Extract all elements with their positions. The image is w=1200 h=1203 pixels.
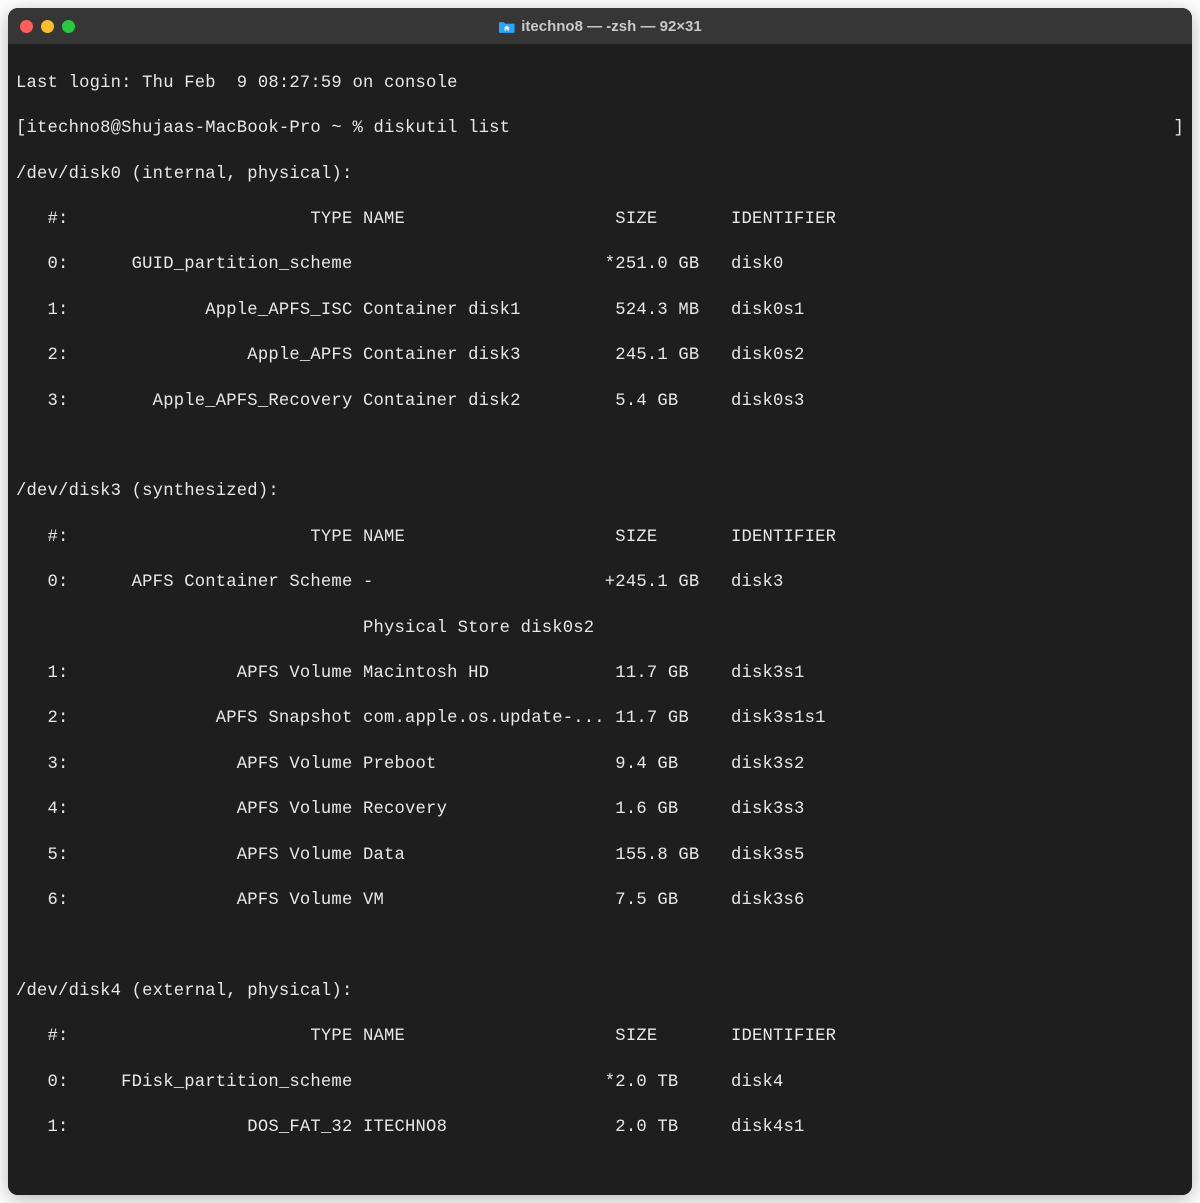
prompt-line: [itechno8@Shujaas-MacBook-Pro ~ % diskut… xyxy=(16,118,1184,141)
disk4-columns: #: TYPE NAME SIZE IDENTIFIER xyxy=(16,1026,1184,1049)
window-title-text: itechno8 — -zsh — 92×31 xyxy=(521,18,701,35)
table-row: 1: APFS Volume Macintosh HD 11.7 GB disk… xyxy=(16,663,1184,686)
last-login-line: Last login: Thu Feb 9 08:27:59 on consol… xyxy=(16,73,1184,96)
disk0-columns: #: TYPE NAME SIZE IDENTIFIER xyxy=(16,209,1184,232)
disk0-header: /dev/disk0 (internal, physical): xyxy=(16,164,1184,187)
table-row: 2: Apple_APFS Container disk3 245.1 GB d… xyxy=(16,345,1184,368)
disk3-header: /dev/disk3 (synthesized): xyxy=(16,481,1184,504)
disk3-columns: #: TYPE NAME SIZE IDENTIFIER xyxy=(16,527,1184,550)
close-icon[interactable] xyxy=(20,20,33,33)
traffic-lights xyxy=(20,20,75,33)
terminal-window: itechno8 — -zsh — 92×31 Last login: Thu … xyxy=(8,8,1192,1195)
minimize-icon[interactable] xyxy=(41,20,54,33)
table-row: 0: APFS Container Scheme - +245.1 GB dis… xyxy=(16,572,1184,595)
table-row: 1: DOS_FAT_32 ITECHNO8 2.0 TB disk4s1 xyxy=(16,1117,1184,1140)
prompt-text: itechno8@Shujaas-MacBook-Pro ~ % xyxy=(27,119,374,138)
table-row: 3: APFS Volume Preboot 9.4 GB disk3s2 xyxy=(16,754,1184,777)
table-row: 0: FDisk_partition_scheme *2.0 TB disk4 xyxy=(16,1072,1184,1095)
table-row: 0: GUID_partition_scheme *251.0 GB disk0 xyxy=(16,254,1184,277)
blank-line xyxy=(16,935,1184,958)
prompt-command: diskutil list xyxy=(373,119,510,138)
table-row: 2: APFS Snapshot com.apple.os.update-...… xyxy=(16,708,1184,731)
window-title: itechno8 — -zsh — 92×31 xyxy=(498,18,701,35)
disk4-header: /dev/disk4 (external, physical): xyxy=(16,981,1184,1004)
blank-line xyxy=(16,436,1184,459)
table-row: 6: APFS Volume VM 7.5 GB disk3s6 xyxy=(16,890,1184,913)
home-folder-icon xyxy=(498,19,515,34)
table-row: Physical Store disk0s2 xyxy=(16,618,1184,641)
terminal-content[interactable]: Last login: Thu Feb 9 08:27:59 on consol… xyxy=(8,44,1192,1195)
prompt-open-bracket: [ xyxy=(16,119,27,138)
table-row: 3: Apple_APFS_Recovery Container disk2 5… xyxy=(16,391,1184,414)
table-row: 4: APFS Volume Recovery 1.6 GB disk3s3 xyxy=(16,799,1184,822)
fullscreen-icon[interactable] xyxy=(62,20,75,33)
titlebar[interactable]: itechno8 — -zsh — 92×31 xyxy=(8,8,1192,44)
prompt-close-bracket: ] xyxy=(1173,118,1184,141)
table-row: 1: Apple_APFS_ISC Container disk1 524.3 … xyxy=(16,300,1184,323)
table-row: 5: APFS Volume Data 155.8 GB disk3s5 xyxy=(16,845,1184,868)
